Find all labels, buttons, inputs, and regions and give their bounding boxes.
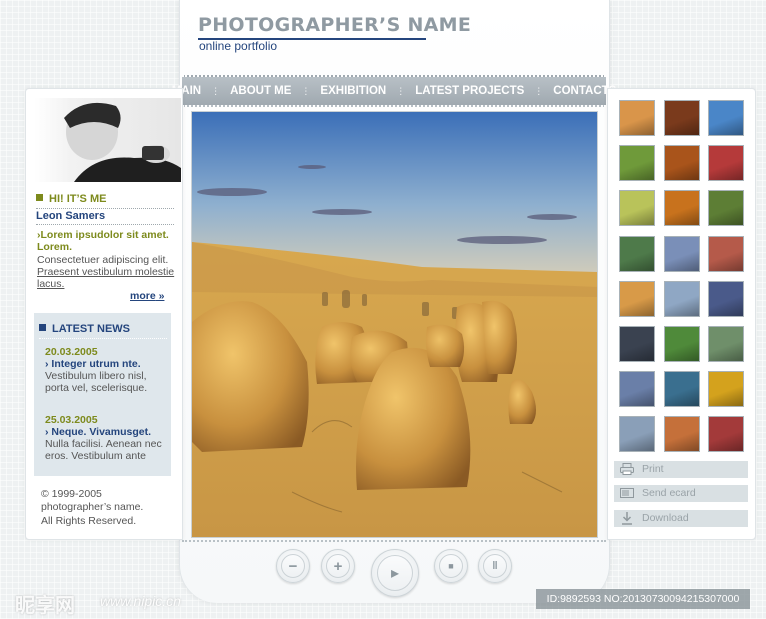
print-button[interactable]: Print [614,461,748,478]
gallery-thumbnail[interactable] [664,326,700,362]
square-bullet-icon [36,194,43,201]
portrait-image [34,98,181,182]
news-divider [39,338,167,339]
main-photo-desert[interactable] [191,111,598,538]
gallery-thumbnail[interactable] [664,100,700,136]
photographer-portrait [34,98,181,182]
send-ecard-label: Send ecard [642,487,696,499]
play-icon: ▸ [377,555,413,591]
pause-icon: ‖ [483,554,507,578]
gallery-thumbnail[interactable] [708,236,744,272]
gallery-thumbnail[interactable] [664,371,700,407]
news-date-1: 20.03.2005 [45,346,98,358]
nav-latest-projects[interactable]: LATEST PROJECTS [405,85,534,97]
about-heading: HI! IT’S ME [36,193,106,205]
gallery-thumbnail[interactable] [708,371,744,407]
download-button[interactable]: Download [614,510,748,527]
photographer-name: Leon Samers [36,210,106,222]
play-button[interactable]: ▸ [371,549,419,597]
news-date-2: 25.03.2005 [45,414,98,426]
about-body-link[interactable]: Praesent vestibulum molestie lacus. [37,266,174,290]
main-nav: MAIN ⋮ ABOUT ME ⋮ EXHIBITION ⋮ LATEST PR… [172,75,616,107]
gallery-thumbnail[interactable] [619,416,655,452]
ecard-icon [620,487,634,505]
gallery-thumbnail[interactable] [664,281,700,317]
nav-separator: ⋮ [396,85,406,96]
about-lead: ›Lorem ipsudolor sit amet. Lorem. [37,229,177,253]
gallery-thumbnail[interactable] [619,236,655,272]
send-ecard-button[interactable]: Send ecard [614,485,748,502]
bottom-divider [182,540,606,542]
site-title: PHOTOGRAPHER’S NAME [198,14,472,36]
copyright-line-1: © 1999-2005 [41,488,102,500]
gallery-thumbnail[interactable] [708,100,744,136]
plus-icon: + [326,554,350,578]
watermark-id: ID:9892593 NO:20130730094215307000 [536,589,750,609]
nav-separator: ⋮ [301,85,311,96]
news-title-2-text: Neque. Vivamusget. [51,426,152,438]
gallery-thumbnail[interactable] [619,100,655,136]
stop-button[interactable]: ■ [434,549,468,583]
gallery-thumbnail[interactable] [619,281,655,317]
double-chevron-icon: » [155,290,165,302]
stop-icon: ■ [439,554,463,578]
gallery-thumbnail[interactable] [664,190,700,226]
news-title-2[interactable]: › Neque. Vivamusget. [45,426,151,438]
heading-divider [36,208,174,209]
more-link[interactable]: more » [130,290,164,302]
gallery-thumbnail[interactable] [664,236,700,272]
about-lead-text: Lorem ipsudolor sit amet. Lorem. [37,229,169,253]
news-text-1: Vestibulum libero nisl, porta vel, scele… [45,370,148,394]
nav-separator: ⋮ [534,85,544,96]
news-heading-text: LATEST NEWS [52,323,131,335]
copyright-line-2: photographer’s name. [41,501,144,513]
gallery-thumbnail[interactable] [708,145,744,181]
nav-exhibition[interactable]: EXHIBITION [310,85,396,97]
name-divider [36,224,174,225]
gallery-thumbnail[interactable] [664,416,700,452]
gallery-thumbnail[interactable] [708,326,744,362]
nav-separator: ⋮ [211,85,221,96]
pause-button[interactable]: ‖ [478,549,512,583]
news-title-1[interactable]: › Integer utrum nte. [45,358,141,370]
gallery-thumbnail[interactable] [619,145,655,181]
printer-icon [620,463,634,481]
download-icon [620,512,634,531]
gallery-thumbnail[interactable] [708,190,744,226]
watermark-url: www.nipic.cn [100,593,181,609]
about-body: Consectetuer adipiscing elit. Praesent v… [37,254,177,290]
site-subtitle: online portfolio [199,39,278,53]
about-body-text: Consectetuer adipiscing elit. [37,254,169,266]
news-heading: LATEST NEWS [39,323,130,335]
desert-landscape-image [192,112,597,537]
nav-about-me[interactable]: ABOUT ME [220,85,301,97]
square-bullet-icon [39,324,46,331]
watermark-logo: 昵享网 [15,595,75,617]
more-link-text: more [130,290,156,302]
gallery-thumbnail[interactable] [708,416,744,452]
gallery-thumbnail[interactable] [664,145,700,181]
download-label: Download [642,512,689,524]
about-heading-text: HI! IT’S ME [49,193,107,205]
zoom-in-button[interactable]: + [321,549,355,583]
zoom-out-button[interactable]: − [276,549,310,583]
print-label: Print [642,463,664,475]
news-title-1-text: Integer utrum nte. [51,358,141,370]
gallery-thumbnail[interactable] [619,326,655,362]
gallery-thumbnail[interactable] [619,371,655,407]
copyright-line-3: All Rights Reserved. [41,515,137,527]
news-text-2: Nulla facilisi. Aenean nec eros. Vestibu… [45,438,162,462]
gallery-thumbnail[interactable] [708,281,744,317]
minus-icon: − [281,554,305,578]
gallery-thumbnail[interactable] [619,190,655,226]
